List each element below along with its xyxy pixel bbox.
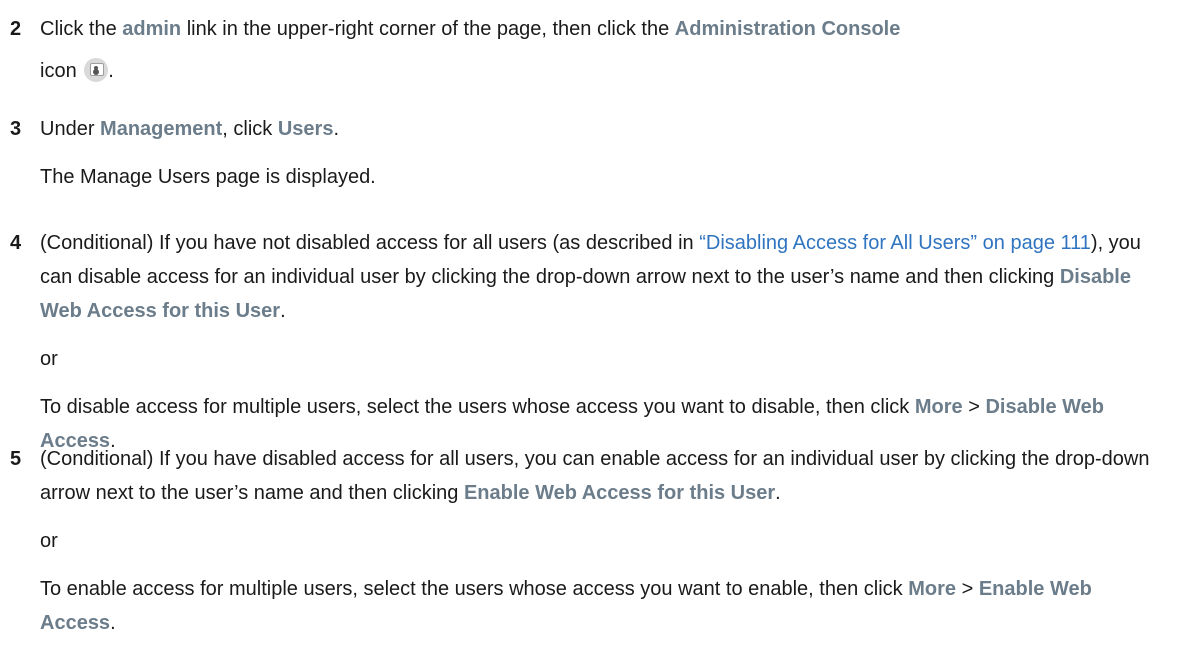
step-body: (Conditional) If you have not disabled a… xyxy=(40,226,1170,458)
text-run: . xyxy=(280,300,286,322)
step-4: 4 (Conditional) If you have not disabled… xyxy=(10,226,1170,458)
text-run: > xyxy=(962,396,986,418)
users-term: Users xyxy=(277,118,334,140)
management-term: Management xyxy=(100,118,223,140)
step-number: 5 xyxy=(10,448,22,470)
step-number: 4 xyxy=(10,232,22,254)
text-run: (Conditional) If you have not disabled a… xyxy=(40,232,700,254)
more-term: More xyxy=(914,396,963,418)
step-text: (Conditional) If you have disabled acces… xyxy=(40,442,1170,510)
text-run: , click xyxy=(222,118,278,140)
text-run: . xyxy=(775,482,781,504)
document-page: 2 Click the admin link in the upper-righ… xyxy=(0,0,1178,664)
step-alternative: To enable access for multiple users, sel… xyxy=(40,572,1170,640)
text-run: To enable access for multiple users, sel… xyxy=(40,578,909,600)
text-run: . xyxy=(333,118,340,140)
step-body: (Conditional) If you have disabled acces… xyxy=(40,442,1170,640)
step-number: 2 xyxy=(10,18,22,40)
administration-console-term: Administration Console xyxy=(674,18,901,40)
step-text-continued: icon . xyxy=(40,54,1170,88)
step-body: Under Management, click Users. The Manag… xyxy=(40,112,1170,194)
text-run: icon xyxy=(40,60,77,82)
admin-link-term: admin xyxy=(122,18,182,40)
step-text: (Conditional) If you have not disabled a… xyxy=(40,226,1170,328)
cross-reference-link[interactable]: “Disabling Access for All Users” on page… xyxy=(699,232,1091,254)
step-text: Click the admin link in the upper-right … xyxy=(40,12,1170,46)
step-3: 3 Under Management, click Users. The Man… xyxy=(10,112,1170,194)
step-body: Click the admin link in the upper-right … xyxy=(40,12,1170,88)
step-5: 5 (Conditional) If you have disabled acc… xyxy=(10,442,1170,640)
step-2: 2 Click the admin link in the upper-righ… xyxy=(10,12,1170,88)
text-run: . xyxy=(110,612,116,634)
step-result: The Manage Users page is displayed. xyxy=(40,166,376,188)
text-run: . xyxy=(108,60,114,82)
more-term: More xyxy=(908,578,957,600)
administration-console-icon xyxy=(84,58,109,82)
text-run: Click the xyxy=(40,18,123,40)
text-run: link in the upper-right corner of the pa… xyxy=(181,18,675,40)
or-text: or xyxy=(40,348,58,370)
step-number: 3 xyxy=(10,118,22,140)
text-run: > xyxy=(956,578,979,600)
enable-web-access-user-term: Enable Web Access for this User xyxy=(463,482,776,504)
text-run: Under xyxy=(40,118,101,140)
step-text: Under Management, click Users. xyxy=(40,112,1170,146)
or-text: or xyxy=(40,530,58,552)
text-run: To disable access for multiple users, se… xyxy=(40,396,915,418)
